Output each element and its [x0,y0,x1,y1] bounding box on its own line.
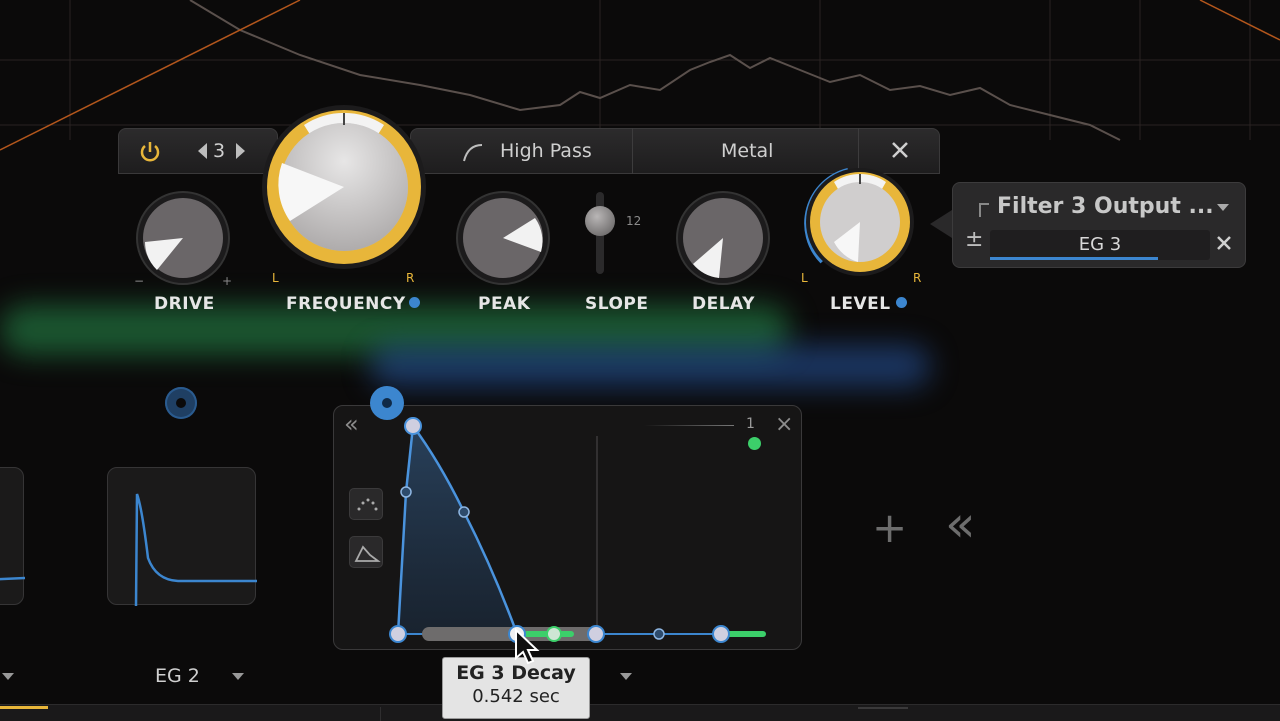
level-label: LEVEL [830,294,891,314]
filter-curve-right [1199,0,1280,41]
eg1-mini-panel[interactable] [0,467,26,605]
bottom-divider [380,707,381,721]
mod-source-handle-eg3[interactable] [370,386,404,420]
modulation-amount-fill [990,257,1158,260]
eg3-dropdown-arrow-icon[interactable] [620,673,632,680]
tooltip-value: 0.542 sec [472,686,560,707]
highpass-shape-icon [462,142,486,162]
filter-panel: 3 High Pass Metal − + DRIVE L R FREQUENC… [118,105,940,328]
slope-slider-handle[interactable] [585,206,615,236]
bottom-bar [0,704,1280,721]
power-icon[interactable] [138,140,162,164]
eg1-dropdown-arrow-icon[interactable] [2,673,14,680]
popup-pointer [930,210,952,238]
slope-value-label: 12 [626,214,642,228]
level-knob[interactable] [800,162,920,282]
frequency-right-mark: R [406,271,415,285]
eg2-dropdown-arrow-icon[interactable] [232,673,244,680]
level-mod-indicator[interactable] [896,297,907,308]
modulation-amount-slider[interactable]: EG 3 [990,230,1210,260]
target-corner-icon [979,203,989,217]
bottom-active-indicator [0,706,48,709]
frequency-mod-indicator[interactable] [409,297,420,308]
parameter-tooltip: EG 3 Decay 0.542 sec [442,657,590,719]
level-right-mark: R [913,271,922,285]
slope-label: SLOPE [585,294,649,314]
filter-type-dropdown[interactable]: High Pass [500,140,592,162]
drive-knob[interactable] [135,190,231,286]
remove-modulation-icon[interactable] [1216,235,1232,251]
expand-panel-button[interactable]: « [945,495,976,553]
mouse-cursor-icon [515,628,540,665]
modulation-target-dropdown[interactable]: Filter 3 Output ... [997,194,1214,219]
frequency-label: FREQUENCY [286,294,406,314]
filter-style-dropdown[interactable]: Metal [721,140,773,162]
drive-min-mark: − [134,274,145,288]
band-next-icon[interactable] [236,143,245,159]
frequency-knob[interactable] [260,103,428,271]
modulation-source-label: EG 3 [1078,234,1122,255]
eg2-label: EG 2 [155,665,200,687]
frequency-left-mark: L [272,271,279,285]
drive-max-mark: + [222,274,233,288]
band-prev-icon[interactable] [198,143,207,159]
eg3-editor-panel: « × 1 [333,405,802,650]
dropdown-arrow-icon[interactable] [1217,204,1229,211]
delay-knob[interactable] [675,190,771,286]
drive-label: DRIVE [154,294,215,314]
band-number: 3 [213,140,226,162]
bottom-divider [858,707,908,709]
mod-source-handle-eg2[interactable] [165,387,197,419]
delay-label: DELAY [692,294,755,314]
header-divider [632,128,633,174]
blue-band [370,345,930,387]
polarity-toggle[interactable]: ± [965,227,983,252]
eg2-mini-panel[interactable] [107,467,257,607]
close-filter-icon[interactable] [890,140,910,160]
peak-knob[interactable] [455,190,551,286]
level-left-mark: L [801,271,808,285]
add-modulator-button[interactable]: + [872,503,907,552]
peak-label: PEAK [478,294,531,314]
envelope-graph[interactable] [334,406,803,651]
modulation-popup: Filter 3 Output ... ± EG 3 [952,182,1246,268]
